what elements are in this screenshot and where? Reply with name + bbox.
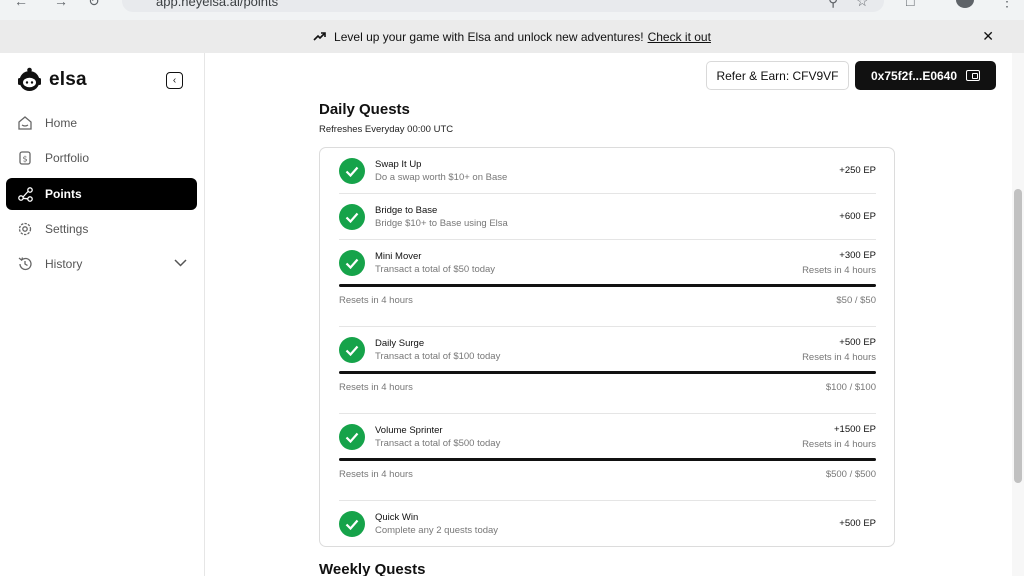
sidebar-item-label: Portfolio <box>45 151 90 165</box>
browser-toolbar: ← → ↻ app.heyelsa.ai/points ⚲ ☆ □ ⋮ <box>0 0 1024 20</box>
wallet-address: 0x75f2f...E0640 <box>870 68 958 83</box>
browser-menu-icon[interactable]: ⋮ <box>1000 0 1014 10</box>
logo[interactable]: elsa <box>16 67 87 93</box>
progress-bar <box>339 458 876 461</box>
quest-description: Do a swap worth $10+ on Base <box>375 172 508 183</box>
quest-points: +600 EP <box>839 211 876 222</box>
check-circle-icon <box>339 511 365 537</box>
quest-name: Bridge to Base <box>375 205 438 216</box>
scrollbar[interactable] <box>1012 53 1024 576</box>
divider <box>339 413 876 414</box>
check-circle-icon <box>339 204 365 230</box>
sidebar-item-history[interactable]: History <box>6 248 197 280</box>
quest-description: Complete any 2 quests today <box>375 525 499 536</box>
quest-reset-time: Resets in 4 hours <box>802 265 876 276</box>
portfolio-icon: $ <box>16 149 34 167</box>
daily-quests-card: Swap It Up Do a swap worth $10+ on Base … <box>319 147 895 547</box>
sidebar-item-label: Home <box>45 116 78 130</box>
quest-reset-label: Resets in 4 hours <box>339 469 413 480</box>
weekly-quests-title: Weekly Quests <box>319 561 426 576</box>
banner-text: Level up your game with Elsa and unlock … <box>334 29 644 44</box>
quest-progress: $50 / $50 <box>836 295 876 306</box>
gear-icon <box>16 220 34 238</box>
quest-description: Transact a total of $50 today <box>375 264 496 275</box>
sidebar-item-label: Points <box>45 187 82 201</box>
trending-up-icon <box>313 30 326 44</box>
wallet-button[interactable]: 0x75f2f...E0640 <box>855 61 996 90</box>
promo-banner: Level up your game with Elsa and unlock … <box>0 20 1024 53</box>
quest-description: Bridge $10+ to Base using Elsa <box>375 218 508 229</box>
sidebar-item-label: Settings <box>45 222 89 236</box>
collapse-icon: ‹ <box>172 75 177 86</box>
home-icon <box>16 114 34 132</box>
progress-bar <box>339 371 876 374</box>
chevron-down-icon[interactable] <box>174 256 187 270</box>
refer-earn-button[interactable]: Refer & Earn: CFV9VF <box>706 61 849 90</box>
quest-description: Transact a total of $500 today <box>375 438 501 449</box>
quest-points: +1500 EP <box>834 424 876 435</box>
sidebar-item-settings[interactable]: Settings <box>6 213 197 245</box>
extensions-icon[interactable]: □ <box>906 0 914 9</box>
collapse-sidebar-button[interactable]: ‹ <box>166 72 183 89</box>
divider <box>339 500 876 501</box>
quest-name: Daily Surge <box>375 338 425 349</box>
check-circle-icon <box>339 424 365 450</box>
refer-earn-label: Refer & Earn: CFV9VF <box>716 68 839 83</box>
quest-reset-time: Resets in 4 hours <box>802 352 876 363</box>
quest-progress: $100 / $100 <box>825 382 876 393</box>
divider <box>339 326 876 327</box>
zoom-icon[interactable]: ⚲ <box>828 0 838 10</box>
quest-points: +500 EP <box>839 337 876 348</box>
banner-link[interactable]: Check it out <box>648 30 711 44</box>
quest-reset-label: Resets in 4 hours <box>339 382 413 393</box>
scrollbar-thumb[interactable] <box>1014 189 1022 483</box>
quest-points: +250 EP <box>839 165 876 176</box>
forward-icon[interactable]: → <box>54 0 68 9</box>
sidebar-item-home[interactable]: Home <box>6 107 197 139</box>
points-icon <box>16 185 34 203</box>
address-text: app.heyelsa.ai/points <box>156 0 279 9</box>
brand-name: elsa <box>49 69 87 90</box>
sidebar-item-points[interactable]: Points <box>6 178 197 210</box>
history-icon <box>16 255 34 273</box>
elsa-logo-icon <box>16 67 42 93</box>
quest-reset-label: Resets in 4 hours <box>339 295 413 306</box>
quest-points: +300 EP <box>839 250 876 261</box>
check-circle-icon <box>339 158 365 184</box>
quest-name: Volume Sprinter <box>375 425 443 436</box>
quest-name: Mini Mover <box>375 251 422 262</box>
back-icon[interactable]: ← <box>14 0 28 9</box>
daily-quests-title: Daily Quests <box>319 101 410 118</box>
daily-quests-subtitle: Refreshes Everyday 00:00 UTC <box>319 124 454 135</box>
divider <box>339 193 876 194</box>
sidebar-item-label: History <box>45 257 83 271</box>
svg-text:$: $ <box>22 155 27 164</box>
check-circle-icon <box>339 337 365 363</box>
sidebar-item-portfolio[interactable]: $ Portfolio <box>6 142 197 174</box>
profile-avatar[interactable] <box>956 0 974 8</box>
quest-points: +500 EP <box>839 518 876 529</box>
quest-description: Transact a total of $100 today <box>375 351 501 362</box>
reload-icon[interactable]: ↻ <box>88 0 100 10</box>
check-circle-icon <box>339 250 365 276</box>
quest-progress: $500 / $500 <box>825 469 876 480</box>
address-bar[interactable]: app.heyelsa.ai/points <box>122 0 884 12</box>
quest-reset-time: Resets in 4 hours <box>802 439 876 450</box>
sidebar: elsa ‹ Home $ Portfolio Points Settings … <box>0 53 205 576</box>
wallet-icon <box>966 70 981 81</box>
progress-bar <box>339 284 876 287</box>
bookmark-star-icon[interactable]: ☆ <box>856 0 869 10</box>
quest-name: Quick Win <box>375 512 419 523</box>
close-icon[interactable]: ✕ <box>982 28 994 45</box>
quest-name: Swap It Up <box>375 159 422 170</box>
divider <box>339 239 876 240</box>
